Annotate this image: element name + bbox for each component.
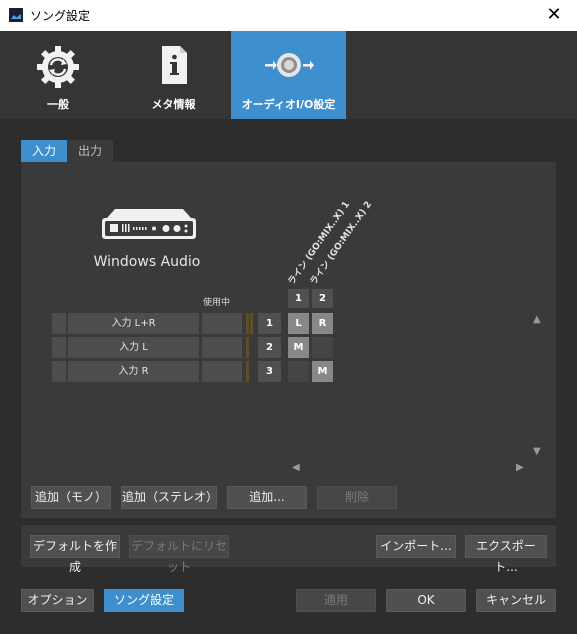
ok-button[interactable]: OK [386,589,466,612]
level-meter [246,361,249,382]
audio-io-icon [263,43,315,91]
tab-general-label: 一般 [47,98,69,111]
row-handle[interactable] [52,313,66,334]
make-default-button[interactable]: デフォルトを作成 [30,535,120,574]
tab-output[interactable]: 出力 [67,140,113,162]
gear-refresh-icon [34,43,82,95]
row-name[interactable]: 入力 L [68,337,199,358]
add-button[interactable]: 追加... [227,486,307,509]
info-document-icon [154,43,194,91]
routing-cell[interactable] [312,337,333,358]
add-stereo-button[interactable]: 追加（ステレオ） [121,486,218,509]
tab-input[interactable]: 入力 [21,140,67,162]
add-mono-button[interactable]: 追加（モノ） [31,486,111,509]
title-bar: ソング設定 ✕ [0,0,577,32]
in-use-header: 使用中 [203,298,231,308]
routing-cell[interactable]: M [312,361,333,382]
routing-cell[interactable]: R [312,313,333,334]
level-meter [250,313,253,334]
scroll-up-icon[interactable]: ▲ [533,314,541,325]
row-name[interactable]: 入力 L+R [68,313,199,334]
row-in-use [202,337,242,358]
scroll-left-icon[interactable]: ◀ [292,462,300,473]
routing-cell[interactable]: L [288,313,309,334]
tab-meta-info[interactable]: メタ情報 [116,31,231,119]
routing-cell[interactable] [288,361,309,382]
io-matrix-panel: Windows Audio 使用中 ライン (GO:MIX..X) 1 ライン … [21,162,556,518]
preset-bar: デフォルトを作成 デフォルトにリセット インポート... エクスポート... [21,525,556,574]
options-button[interactable]: オプション [21,589,94,612]
apply-button[interactable]: 適用 [296,589,376,612]
tab-audio-io[interactable]: オーディオI/O設定 [231,31,346,119]
row-handle[interactable] [52,361,66,382]
import-button[interactable]: インポート... [376,535,456,558]
column-number-2: 2 [312,289,333,308]
row-in-use [202,313,242,334]
top-nav: 一般 メタ情報 オーディオI/O設定 [0,31,577,119]
tab-meta-info-label: メタ情報 [151,98,196,111]
app-icon [9,8,23,22]
reset-default-button[interactable]: デフォルトにリセット [129,535,229,574]
level-meter [246,337,249,358]
window-title: ソング設定 [30,9,91,23]
routing-cell[interactable]: M [288,337,309,358]
row-name[interactable]: 入力 R [68,361,199,382]
row-in-use [202,361,242,382]
device-name: Windows Audio [93,254,201,270]
tab-general[interactable]: 一般 [0,31,116,119]
column-number-1: 1 [288,289,309,308]
row-handle[interactable] [52,337,66,358]
level-meter [246,313,249,334]
scroll-down-icon[interactable]: ▼ [533,446,541,457]
row-channel-number: 1 [258,313,281,334]
row-channel-number: 2 [258,337,281,358]
row-channel-number: 3 [258,361,281,382]
delete-button[interactable]: 削除 [317,486,397,509]
song-settings-button[interactable]: ソング設定 [104,589,184,612]
tab-audio-io-label: オーディオI/O設定 [241,98,336,111]
export-button[interactable]: エクスポート... [465,535,547,574]
audio-interface-icon [101,208,197,244]
cancel-button[interactable]: キャンセル [476,589,556,612]
close-button[interactable]: ✕ [531,0,577,31]
scroll-right-icon[interactable]: ▶ [516,462,524,473]
